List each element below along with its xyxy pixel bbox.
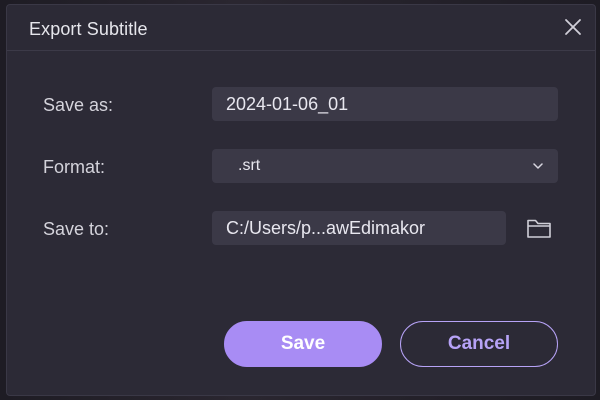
save-to-label: Save to: xyxy=(43,219,110,239)
cancel-button[interactable]: Cancel xyxy=(400,321,558,367)
save-as-input[interactable]: 2024-01-06_01 xyxy=(212,87,558,121)
export-subtitle-dialog: Export Subtitle Save as: 2024-01-06_01 F… xyxy=(6,4,596,396)
save-as-label: Save as: xyxy=(43,95,114,115)
close-icon xyxy=(565,19,581,35)
browse-folder-button[interactable] xyxy=(525,215,553,241)
format-selected-value: .srt xyxy=(238,157,261,174)
close-button[interactable] xyxy=(561,15,585,39)
folder-icon xyxy=(527,219,551,238)
format-label: Format: xyxy=(43,157,106,177)
save-button[interactable]: Save xyxy=(224,321,382,367)
chevron-down-icon xyxy=(532,149,544,183)
dialog-title: Export Subtitle xyxy=(29,19,148,39)
dialog-titlebar: Export Subtitle xyxy=(7,5,595,51)
format-select[interactable]: .srt xyxy=(212,149,558,183)
save-to-path-field[interactable]: C:/Users/p...awEdimakor xyxy=(212,211,506,245)
